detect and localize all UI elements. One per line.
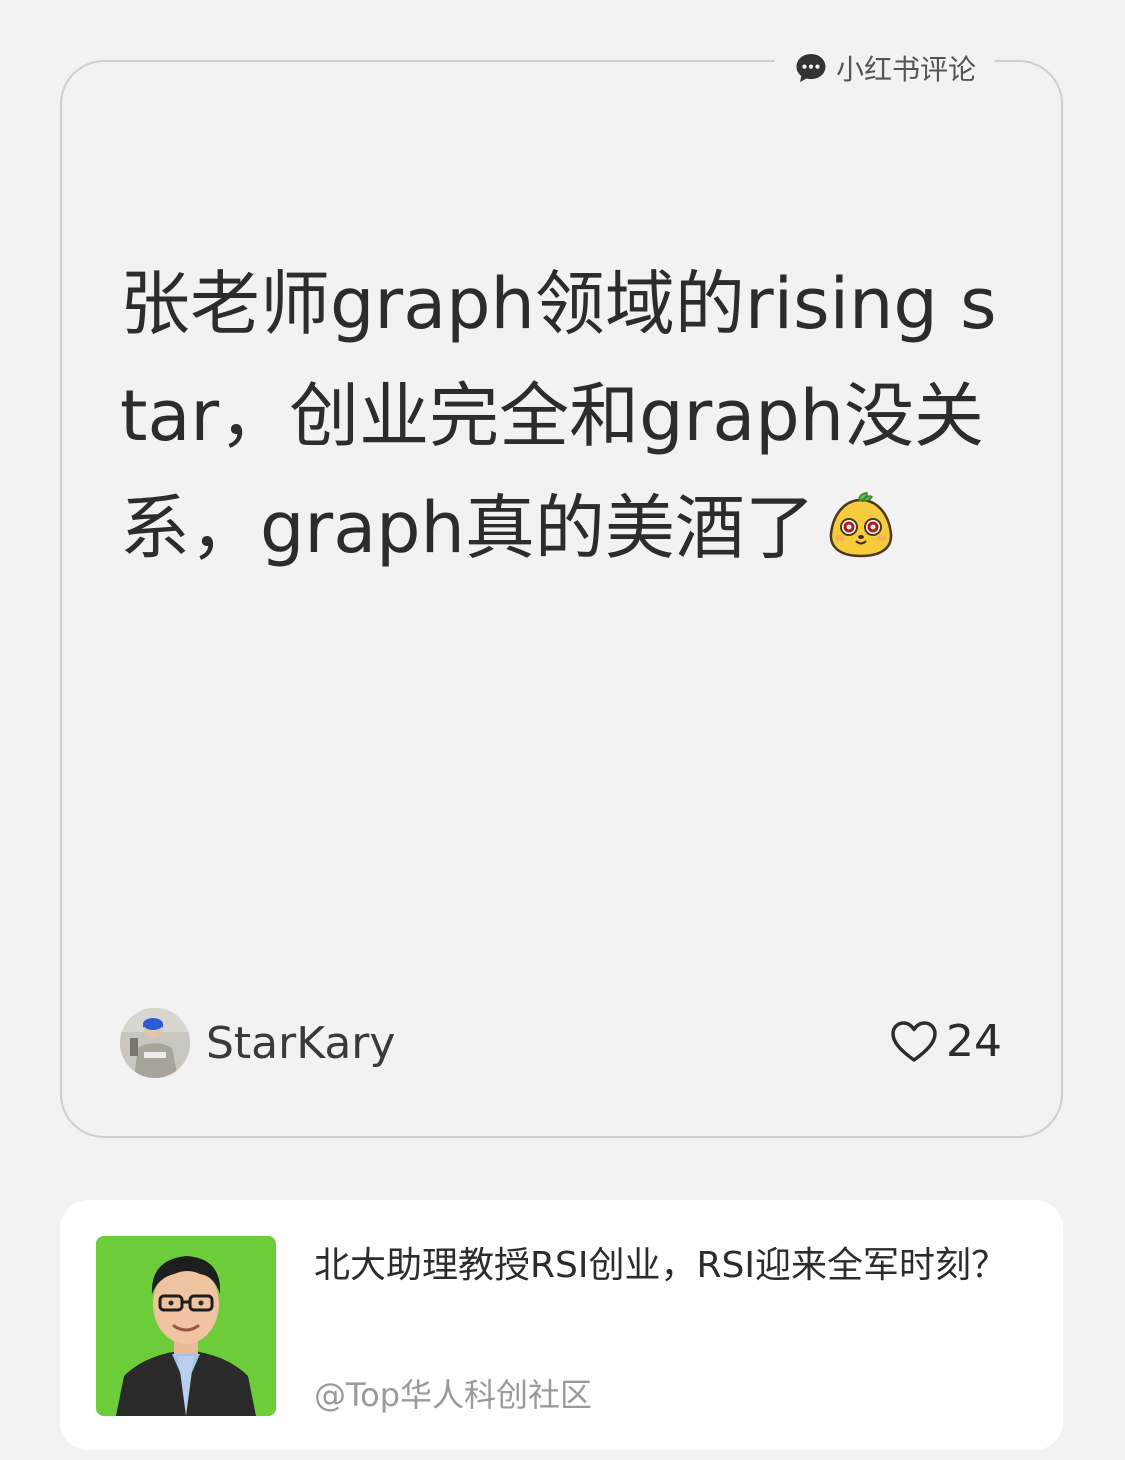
source-tag: 小红书评论 <box>775 44 995 92</box>
cute-face-emoji <box>829 492 893 558</box>
comment-text: 张老师graph领域的rising star，创业完全和graph没关系，gra… <box>120 248 1000 584</box>
article-thumbnail[interactable] <box>96 1236 276 1416</box>
article-source: @Top华人科创社区 <box>314 1376 593 1414</box>
avatar-image <box>120 1008 190 1078</box>
like-count: 24 <box>946 1016 1002 1067</box>
author-name[interactable]: StarKary <box>206 1018 395 1069</box>
source-tag-label: 小红书评论 <box>835 53 976 86</box>
user-avatar[interactable] <box>120 1008 190 1078</box>
comment-author[interactable]: StarKary <box>120 1008 395 1078</box>
like-button[interactable]: 24 <box>890 1016 1002 1067</box>
article-card[interactable]: 北大助理教授RSI创业，RSI迎来全军时刻？ @Top华人科创社区 <box>60 1200 1063 1450</box>
comment-card <box>60 60 1063 1138</box>
article-title[interactable]: 北大助理教授RSI创业，RSI迎来全军时刻？ <box>314 1238 1034 1294</box>
cartoon-portrait <box>96 1236 276 1416</box>
heart-outline-icon[interactable] <box>890 1020 938 1064</box>
chat-bubble-icon <box>796 54 826 82</box>
